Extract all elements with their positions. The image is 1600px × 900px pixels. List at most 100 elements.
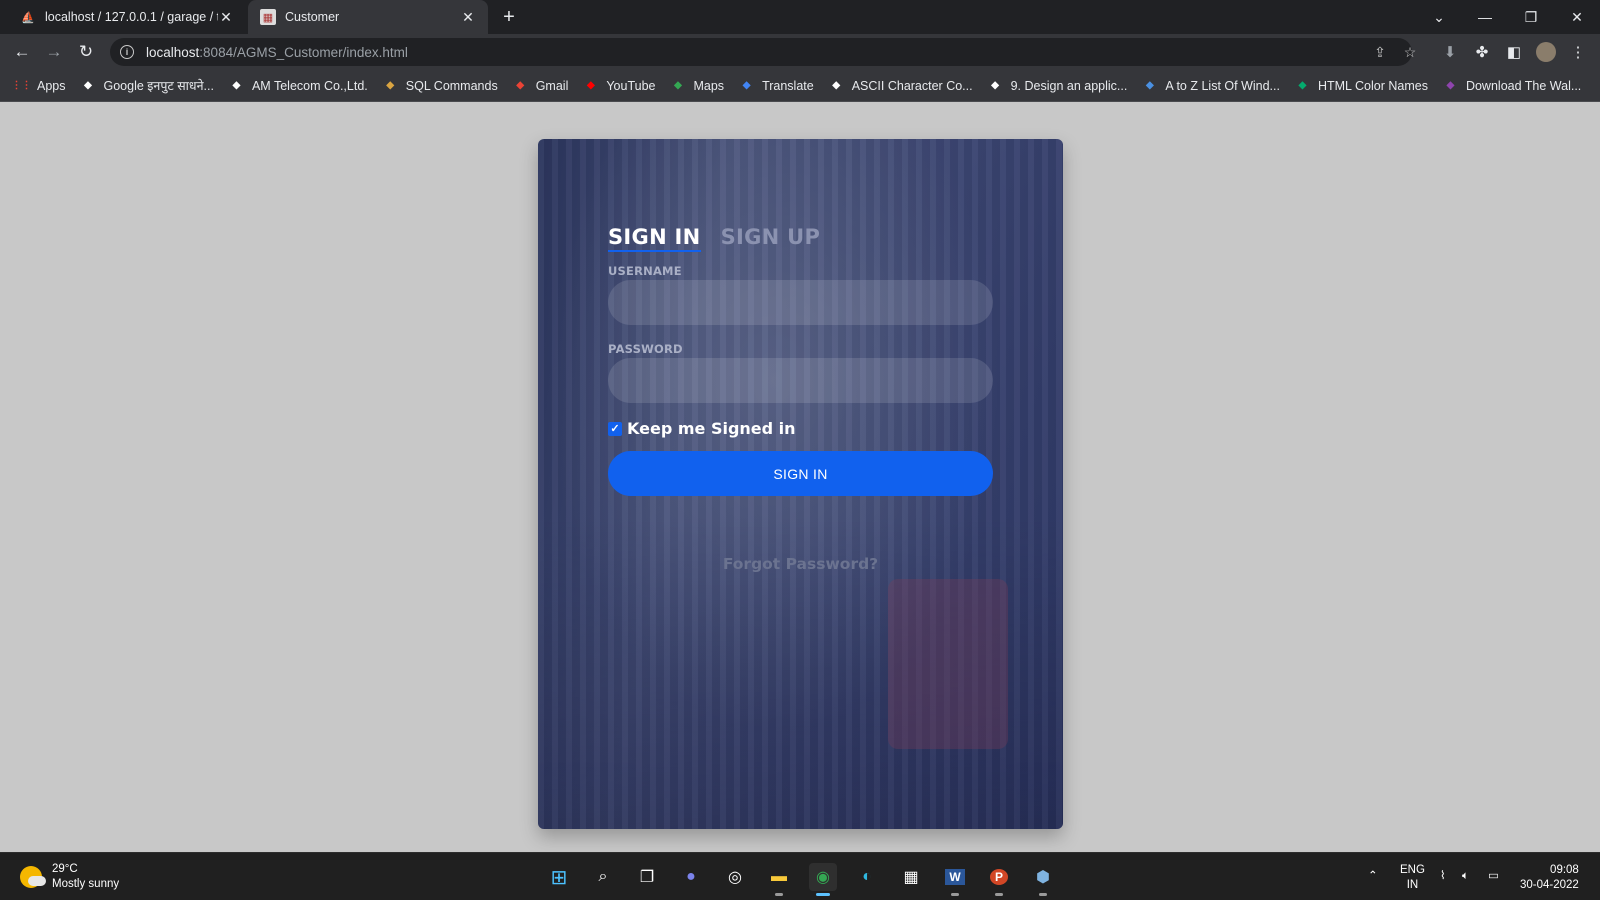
- bookmark-item[interactable]: ◆ Google इनपुट साधने...: [81, 77, 214, 94]
- close-window-button[interactable]: ✕: [1554, 0, 1600, 34]
- extensions-puzzle-icon[interactable]: ✤: [1472, 42, 1492, 62]
- phpmyadmin-icon: ⛵: [21, 11, 35, 24]
- bookmark-star-icon[interactable]: ☆: [1402, 44, 1418, 60]
- bookmark-label: YouTube: [606, 78, 656, 93]
- site-info-icon[interactable]: i: [120, 45, 134, 59]
- bookmark-item[interactable]: ◆ Translate: [739, 78, 814, 93]
- wifi-icon[interactable]: ⌇: [1440, 869, 1446, 884]
- back-button[interactable]: ←: [8, 38, 36, 66]
- extension-download-icon[interactable]: ⬇: [1440, 42, 1460, 62]
- minimize-button[interactable]: —: [1462, 0, 1508, 34]
- bookmark-item[interactable]: ◆ Download The Wal...: [1443, 78, 1582, 93]
- checkbox-checked-icon[interactable]: ✓: [608, 421, 622, 436]
- apps-grid-icon: ⋮⋮: [11, 80, 32, 91]
- wallpaper-icon: ◆: [1446, 80, 1455, 91]
- password-label: PASSWORD: [608, 342, 683, 356]
- ascii-icon: ◆: [832, 80, 841, 91]
- bookmark-item[interactable]: ⋮⋮ Apps: [11, 78, 66, 93]
- temperature: 29°C: [52, 863, 78, 875]
- address-bar[interactable]: i localhost:8084/AGMS_Customer/index.htm…: [110, 38, 1416, 66]
- browser-tab-strip: ⛵ localhost / 127.0.0.1 / garage / tw ✕ …: [0, 0, 1600, 34]
- keep-signed-in-checkbox[interactable]: ✓ Keep me Signed in: [608, 419, 796, 438]
- close-icon[interactable]: ✕: [460, 9, 476, 25]
- powerpoint-icon[interactable]: P: [985, 863, 1013, 896]
- bookmarks-bar: ⋮⋮ Apps ◆ Google इनपुट साधने... ◆ AM Telecom …: [0, 70, 1600, 102]
- tab-title: localhost / 127.0.0.1 / garage / tw: [45, 10, 218, 24]
- teams-chat-icon[interactable]: ●: [677, 863, 705, 891]
- wordpress-icon: ◆: [991, 80, 999, 91]
- tab-phpmyadmin[interactable]: ⛵ localhost / 127.0.0.1 / garage / tw ✕: [8, 0, 246, 34]
- browser-toolbar: ← → ↻ i localhost:8084/AGMS_Customer/ind…: [0, 34, 1600, 70]
- store-icon[interactable]: ▦: [897, 863, 925, 891]
- edge-icon[interactable]: ◐: [853, 863, 881, 891]
- weather-sun-icon: [20, 866, 46, 888]
- app-circle-icon[interactable]: ◎: [721, 863, 749, 891]
- bookmark-label: Gmail: [535, 78, 569, 93]
- url-text: localhost:8084/AGMS_Customer/index.html: [146, 44, 408, 60]
- bookmark-item[interactable]: ◆ A to Z List Of Wind...: [1142, 78, 1280, 93]
- tab-search-icon[interactable]: ⌄: [1416, 0, 1462, 34]
- gmail-icon: ◆: [516, 80, 525, 91]
- bookmark-item[interactable]: ◆ SQL Commands: [383, 78, 498, 93]
- bookmark-item[interactable]: ◆ Maps: [670, 78, 724, 93]
- menu-kebab-icon[interactable]: ⋮: [1568, 42, 1588, 62]
- forward-button[interactable]: →: [40, 38, 68, 66]
- bookmark-label: Download The Wal...: [1465, 78, 1582, 93]
- bookmark-label: HTML Color Names: [1317, 78, 1428, 93]
- maps-icon: ◆: [674, 80, 682, 91]
- language-indicator[interactable]: ENG IN: [1400, 863, 1425, 893]
- battery-icon[interactable]: ▭: [1488, 869, 1499, 884]
- bookmark-label: AM Telecom Co.,Ltd.: [251, 78, 368, 93]
- reload-button[interactable]: ↻: [72, 38, 100, 66]
- sql-icon: ◆: [386, 80, 395, 91]
- word-icon[interactable]: W: [941, 863, 969, 896]
- bookmark-label: A to Z List Of Wind...: [1165, 78, 1280, 93]
- search-icon[interactable]: ⌕: [589, 863, 617, 891]
- globe-icon: ◆: [232, 80, 241, 91]
- bookmark-label: 9. Design an applic...: [1010, 78, 1128, 93]
- bookmark-item[interactable]: ◆ HTML Color Names: [1295, 78, 1428, 93]
- login-card: SIGN IN SIGN UP USERNAME PASSWORD ✓ Keep…: [538, 139, 1063, 829]
- google-icon: ◆: [84, 80, 92, 91]
- virtualbox-icon[interactable]: ⬢: [1029, 863, 1057, 896]
- bookmark-label: Translate: [762, 78, 814, 93]
- file-explorer-icon[interactable]: ▬: [765, 863, 793, 896]
- bookmark-label: ASCII Character Co...: [851, 78, 973, 93]
- w3-icon: ◆: [1298, 80, 1307, 91]
- doc-icon: ◆: [1145, 80, 1154, 91]
- date: 30-04-2022: [1520, 879, 1579, 891]
- time: 09:08: [1550, 864, 1579, 876]
- weather-widget[interactable]: 29°C Mostly sunny: [20, 862, 119, 892]
- page-favicon-icon: ▦: [260, 9, 276, 25]
- tab-sign-up[interactable]: SIGN UP: [721, 225, 821, 252]
- share-icon[interactable]: ⇪: [1372, 44, 1388, 60]
- new-tab-button[interactable]: +: [498, 6, 520, 28]
- show-hidden-icons[interactable]: ⌃: [1368, 869, 1378, 884]
- volume-icon[interactable]: 🔈︎: [1462, 869, 1469, 884]
- translate-icon: ◆: [742, 80, 751, 91]
- tab-sign-in[interactable]: SIGN IN: [608, 225, 701, 252]
- chrome-icon[interactable]: ◉: [809, 863, 837, 896]
- bookmark-item[interactable]: ◆ YouTube: [583, 78, 655, 93]
- sign-in-button[interactable]: SIGN IN: [608, 451, 993, 496]
- clock[interactable]: 09:08 30-04-2022: [1520, 863, 1579, 893]
- windows-start-icon[interactable]: ⊞: [545, 863, 573, 891]
- bookmark-item[interactable]: ◆ AM Telecom Co.,Ltd.: [229, 78, 368, 93]
- bookmark-item[interactable]: ◆ ASCII Character Co...: [829, 78, 973, 93]
- weather-text: Mostly sunny: [52, 878, 120, 890]
- bookmark-item[interactable]: ◆ Gmail: [513, 78, 569, 93]
- bookmark-item[interactable]: ◆ 9. Design an applic...: [988, 78, 1128, 93]
- bookmark-label: SQL Commands: [405, 78, 498, 93]
- profile-avatar[interactable]: [1536, 42, 1556, 62]
- side-panel-icon[interactable]: ◧: [1504, 42, 1524, 62]
- username-input[interactable]: [608, 280, 993, 325]
- auth-tabs: SIGN IN SIGN UP: [608, 225, 820, 252]
- close-icon[interactable]: ✕: [218, 9, 234, 25]
- forgot-password-link[interactable]: Forgot Password?: [538, 555, 1063, 573]
- keep-signed-in-label[interactable]: Keep me Signed in: [627, 419, 796, 438]
- password-input[interactable]: [608, 358, 993, 403]
- restore-button[interactable]: ❐: [1508, 0, 1554, 34]
- tab-customer[interactable]: ▦ Customer ✕: [248, 0, 488, 34]
- background-bus-shape: [888, 579, 1008, 749]
- task-view-icon[interactable]: ❐: [633, 863, 661, 891]
